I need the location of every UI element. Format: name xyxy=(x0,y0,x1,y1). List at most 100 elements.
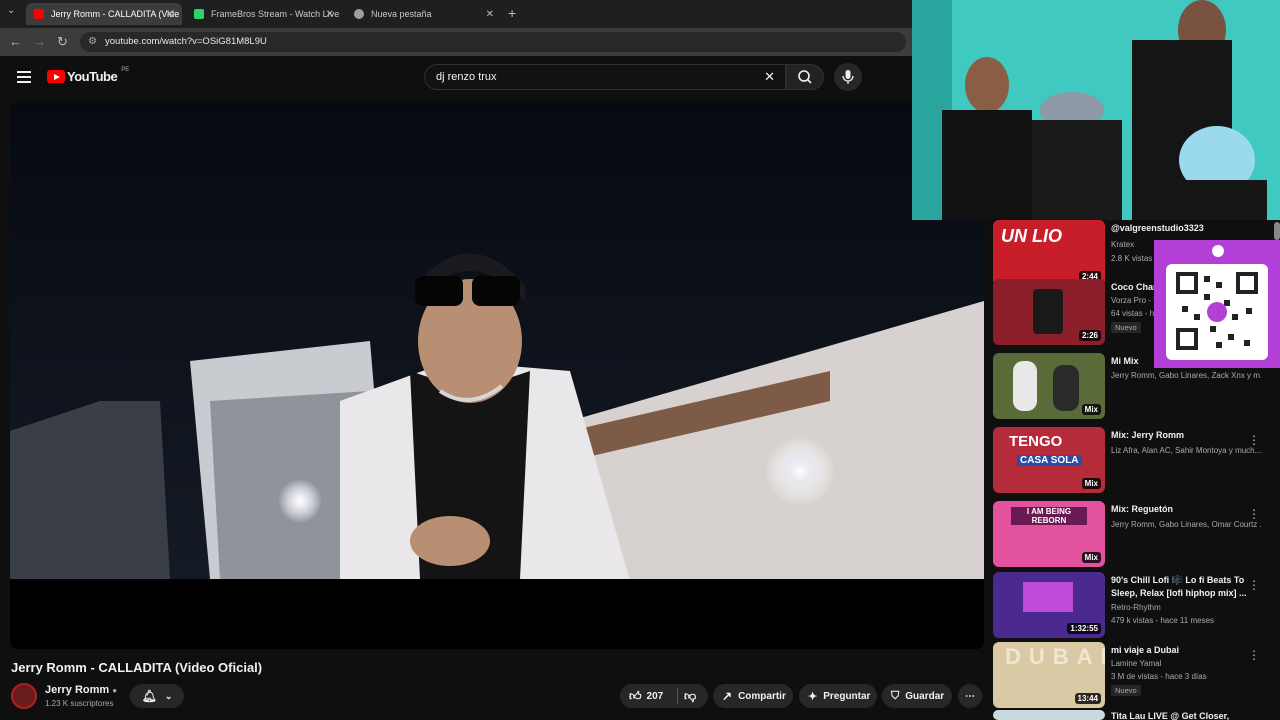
video-thumbnail[interactable]: 2:26 xyxy=(993,279,1105,345)
close-tab-icon[interactable]: ✕ xyxy=(166,9,174,20)
tab-title: FrameBros Stream - Watch Live xyxy=(211,9,340,19)
chevron-down-icon: ⌄ xyxy=(164,690,173,701)
framebros-favicon-icon xyxy=(194,9,204,19)
channel-avatar[interactable] xyxy=(11,683,37,709)
like-button[interactable]: 👍︎ xyxy=(629,689,642,704)
channel-name[interactable]: Jerry Romm ● xyxy=(45,684,117,696)
thumb-text: DUBAI xyxy=(1005,644,1105,669)
like-dislike-group: 👍︎ 207 👎︎ xyxy=(620,684,708,708)
more-actions-button[interactable]: ⋯ xyxy=(958,684,982,708)
video-frame xyxy=(10,101,984,649)
recommendation-item[interactable]: 1:32:55 90's Chill Lofi 🎼 Lo fi Beats To… xyxy=(993,572,1280,640)
qr-code-overlay xyxy=(1154,240,1280,368)
qr-pattern xyxy=(1176,272,1258,350)
duration-badge: 13:44 xyxy=(1074,693,1101,704)
recommendation-item[interactable]: I AM BEING REBORN Mix Mix: Reguetón Jerr… xyxy=(993,501,1280,569)
country-code: PE xyxy=(121,66,130,73)
webcam-overlay xyxy=(912,0,1280,220)
save-button[interactable]: ⛉ Guardar xyxy=(882,684,952,708)
video-thumbnail[interactable]: DUBAI 13:44 xyxy=(993,642,1105,708)
more-options-icon[interactable]: ⋮ xyxy=(1248,648,1260,662)
logo-text: YouTube xyxy=(67,69,118,84)
ask-label: Preguntar xyxy=(823,690,871,702)
thumb-figure xyxy=(1053,365,1079,411)
new-badge: Nuevo xyxy=(1111,322,1141,333)
new-badge: Nuevo xyxy=(1111,685,1141,696)
video-thumbnail[interactable]: 1:32:55 xyxy=(993,572,1105,638)
thumb-text: CASA SOLA xyxy=(1017,455,1082,466)
address-bar[interactable]: ⚙ youtube.com/watch?v=OSiG81M8L9U xyxy=(80,32,906,52)
sidebar-scrollbar[interactable] xyxy=(1274,222,1280,240)
recommendation-item[interactable]: Tita Lau LIVE @ Get Closer, xyxy=(993,710,1280,720)
tab-framebros[interactable]: FrameBros Stream - Watch Live ✕ xyxy=(186,3,342,25)
ask-button[interactable]: ✦ Preguntar xyxy=(799,684,877,708)
share-label: Compartir xyxy=(738,690,786,702)
dislike-button[interactable]: 👎︎ xyxy=(684,689,696,704)
tab-search-icon[interactable]: ⌄ xyxy=(7,5,15,16)
search-value: dj renzo trux xyxy=(436,71,497,83)
browser-tab-bar: ⌄ Jerry Romm - CALLADITA (Vide ✕ FrameBr… xyxy=(0,0,912,28)
video-player[interactable] xyxy=(10,101,984,649)
duration-badge: Mix xyxy=(1081,552,1101,563)
rec-title: 90's Chill Lofi 🎼 Lo fi Beats To Sleep, … xyxy=(1111,575,1247,598)
duration-badge: 2:26 xyxy=(1078,330,1101,341)
save-label: Guardar xyxy=(905,690,945,702)
share-button[interactable]: ↗ Compartir xyxy=(713,684,793,708)
close-tab-icon[interactable]: ✕ xyxy=(326,9,334,20)
site-info-icon[interactable]: ⚙ xyxy=(88,32,97,52)
search-input[interactable]: dj renzo trux ✕ xyxy=(424,64,786,90)
back-icon[interactable]: ← xyxy=(9,34,22,49)
video-thumbnail[interactable]: I AM BEING REBORN Mix xyxy=(993,501,1105,567)
verified-icon: ● xyxy=(112,686,118,695)
search-icon xyxy=(798,70,812,84)
menu-icon[interactable] xyxy=(17,71,31,83)
rec-channel: Jerry Romm, Gabo Linares, Omar Courtz ..… xyxy=(1111,520,1261,529)
more-options-icon[interactable]: ⋮ xyxy=(1248,433,1260,447)
reload-icon[interactable]: ↻ xyxy=(57,34,68,50)
search-button[interactable] xyxy=(786,64,824,90)
microphone-icon xyxy=(842,70,854,84)
rec-title: Mix: Reguetón xyxy=(1111,504,1173,514)
close-tab-icon[interactable]: ✕ xyxy=(486,9,494,20)
globe-icon xyxy=(354,9,364,19)
recommendation-item[interactable]: DUBAI 13:44 mi viaje a Dubai Lamine Yama… xyxy=(993,642,1280,710)
duration-badge: Mix xyxy=(1081,404,1101,415)
recommendation-item[interactable]: TENGO CASA SOLA Mix Mix: Jerry Romm Liz … xyxy=(993,427,1280,495)
tab-new[interactable]: Nueva pestaña ✕ xyxy=(346,3,502,25)
thumb-text: I AM BEING REBORN xyxy=(1011,507,1087,525)
thumb-text: UN LIO xyxy=(1001,226,1062,246)
rec-meta: 479 k vistas - hace 11 meses xyxy=(1111,616,1215,625)
rec-channel: Jerry Romm, Gabo Linares, Zack Xnx y m..… xyxy=(1111,371,1261,380)
duration-badge: Mix xyxy=(1081,478,1101,489)
video-thumbnail[interactable]: UN LIO 2:44 xyxy=(993,220,1105,286)
divider xyxy=(677,688,678,704)
sparkle-icon: ✦ xyxy=(808,690,818,703)
video-thumbnail[interactable]: Mix xyxy=(993,353,1105,419)
url-text: youtube.com/watch?v=OSiG81M8L9U xyxy=(105,36,267,47)
rec-title: Tita Lau LIVE @ Get Closer, xyxy=(1111,711,1230,720)
notification-button[interactable]: 🔔︎ ⌄ xyxy=(130,684,184,708)
voice-search-button[interactable] xyxy=(834,63,862,91)
channel-name-text: Jerry Romm xyxy=(45,684,110,696)
browser-toolbar: ← → ↻ ⚙ youtube.com/watch?v=OSiG81M8L9U xyxy=(0,28,912,56)
thumb-text: TENGO xyxy=(1009,433,1063,450)
rec-title: Mix: Jerry Romm xyxy=(1111,430,1185,440)
more-options-icon[interactable]: ⋮ xyxy=(1248,507,1260,521)
bookmark-icon: ⛉ xyxy=(891,689,900,702)
tab-title: Nueva pestaña xyxy=(371,9,432,19)
youtube-favicon-icon xyxy=(34,9,44,19)
clear-search-icon[interactable]: ✕ xyxy=(764,65,775,89)
tab-youtube[interactable]: Jerry Romm - CALLADITA (Vide ✕ xyxy=(26,3,182,25)
thumb-figure xyxy=(1013,361,1037,411)
youtube-logo[interactable]: YouTube PE xyxy=(47,66,130,84)
video-title: Jerry Romm - CALLADITA (Video Oficial) xyxy=(11,660,263,675)
forward-icon[interactable]: → xyxy=(33,34,46,49)
video-thumbnail[interactable] xyxy=(993,710,1105,720)
more-options-icon[interactable]: ⋮ xyxy=(1248,578,1260,592)
new-tab-button[interactable]: + xyxy=(508,5,516,21)
youtube-header: YouTube PE dj renzo trux ✕ xyxy=(0,56,912,100)
logo-icon xyxy=(1212,245,1224,257)
video-thumbnail[interactable]: TENGO CASA SOLA Mix xyxy=(993,427,1105,493)
more-icon: ⋯ xyxy=(965,690,975,702)
rec-title: mi viaje a Dubai xyxy=(1111,645,1180,655)
